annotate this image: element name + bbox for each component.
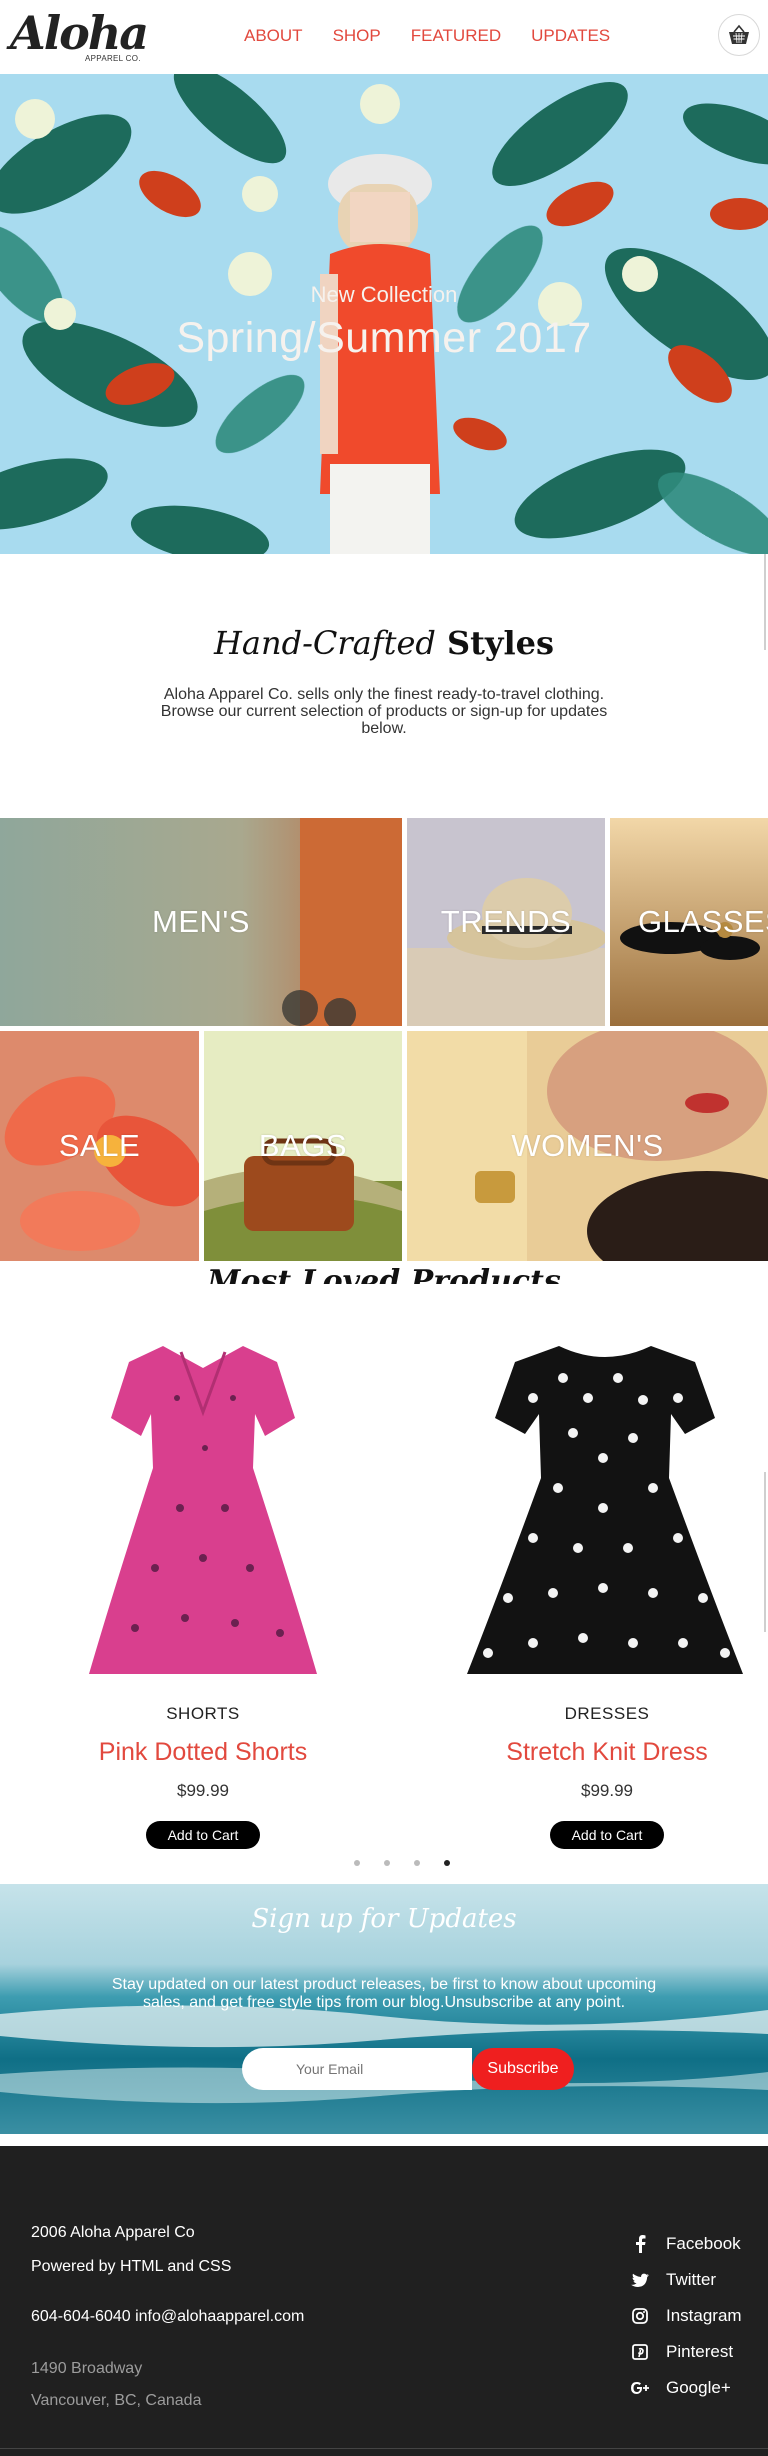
footer-address-line1: 1490 Broadway: [31, 2360, 143, 2377]
footer-copyright: 2006 Aloha Apparel Co: [31, 2224, 195, 2241]
category-tile-womens[interactable]: WOMEN'S: [407, 1031, 768, 1261]
products-heading-clip: Most Loved Products: [0, 1262, 768, 1284]
category-label-mens: MEN'S: [152, 904, 250, 939]
social-label: Pinterest: [666, 2342, 734, 2361]
social-label: Instagram: [666, 2306, 742, 2325]
footer-powered: Powered by HTML and CSS: [31, 2258, 232, 2275]
carousel-dot-active[interactable]: [444, 1860, 450, 1866]
carousel-dot[interactable]: [354, 1860, 360, 1866]
site-footer: 2006 Aloha Apparel Co Powered by HTML an…: [0, 2146, 768, 2456]
signup-title: Sign up for Updates: [251, 1904, 517, 1934]
instagram-icon: [630, 2306, 650, 2326]
intro-heading-italic: Hand-Crafted: [213, 624, 436, 662]
category-label-sale: SALE: [58, 1128, 141, 1163]
product-price: $99.99: [581, 1781, 633, 1800]
product-price: $99.99: [177, 1781, 229, 1800]
social-googleplus[interactable]: Google+: [630, 2378, 731, 2398]
category-tile-trends[interactable]: TRENDS: [407, 818, 605, 1026]
twitter-icon: [630, 2270, 650, 2290]
social-label: Twitter: [666, 2270, 717, 2289]
carousel-dot[interactable]: [384, 1860, 390, 1866]
hero-title: Spring/Summer 2017: [176, 314, 592, 362]
google-plus-icon: [630, 2378, 650, 2398]
signup-section: Sign up for Updates Stay updated on our …: [0, 1884, 768, 2134]
main-nav: ABOUT SHOP FEATURED UPDATES: [244, 26, 640, 46]
social-pinterest[interactable]: Pinterest: [630, 2342, 733, 2362]
product-category: DRESSES: [564, 1704, 650, 1723]
category-tile-mens[interactable]: MEN'S: [0, 818, 402, 1026]
site-header: Aloha APPAREL CO. ABOUT SHOP FEATURED UP…: [0, 0, 768, 74]
brand-logo[interactable]: Aloha APPAREL CO.: [10, 6, 150, 66]
product-card-1: SHORTS Pink Dotted Shorts $99.99 Add to …: [53, 1704, 353, 1849]
nav-shop[interactable]: SHOP: [333, 26, 381, 46]
nav-updates[interactable]: UPDATES: [531, 26, 610, 46]
social-facebook[interactable]: Facebook: [630, 2234, 741, 2254]
footer-address-line2: Vancouver, BC, Canada: [31, 2392, 202, 2409]
carousel-dot[interactable]: [414, 1860, 420, 1866]
hero-banner: New Collection Spring/Summer 2017: [0, 74, 768, 554]
product-name[interactable]: Stretch Knit Dress: [457, 1738, 757, 1767]
products-heading: Most Loved Products: [207, 1264, 561, 1284]
logo-subtitle: APPAREL CO.: [85, 54, 141, 63]
category-label-glasses: GLASSES: [638, 904, 768, 939]
category-tile-glasses[interactable]: GLASSES: [610, 818, 768, 1026]
category-label-womens: WOMEN'S: [511, 1128, 664, 1163]
social-twitter[interactable]: Twitter: [630, 2270, 716, 2290]
hero-subtitle: New Collection: [310, 282, 458, 307]
product-card-2: DRESSES Stretch Knit Dress $99.99 Add to…: [457, 1704, 757, 1849]
product-name[interactable]: Pink Dotted Shorts: [53, 1738, 353, 1767]
social-instagram[interactable]: Instagram: [630, 2306, 742, 2326]
cart-button[interactable]: [718, 14, 760, 56]
footer-divider: [0, 2448, 768, 2449]
category-label-bags: BAGS: [258, 1128, 348, 1163]
nav-featured[interactable]: FEATURED: [411, 26, 501, 46]
subscribe-button[interactable]: Subscribe: [472, 2048, 574, 2090]
basket-icon: [729, 24, 749, 44]
category-label-trends: TRENDS: [440, 904, 572, 939]
product-category: SHORTS: [166, 1704, 240, 1723]
carousel-dots: [354, 1860, 450, 1866]
social-label: Google+: [666, 2378, 731, 2397]
intro-heading-bold: Styles: [447, 624, 555, 662]
intro-text: Aloha Apparel Co. sells only the finest …: [160, 686, 608, 737]
intro-heading: Hand-Crafted Styles: [0, 624, 768, 662]
logo-script: Aloha: [10, 6, 149, 60]
signup-text: Stay updated on our latest product relea…: [111, 1976, 657, 2011]
add-to-cart-button[interactable]: Add to Cart: [146, 1821, 260, 1849]
nav-about[interactable]: ABOUT: [244, 26, 303, 46]
polka-dress-image[interactable]: [463, 1338, 747, 1690]
footer-contact[interactable]: 604-604-6040 info@alohaapparel.com: [31, 2308, 304, 2326]
email-input[interactable]: [242, 2048, 472, 2090]
category-tile-sale[interactable]: SALE: [0, 1031, 199, 1261]
pinterest-icon: [630, 2342, 650, 2362]
pink-dress-image[interactable]: [85, 1338, 321, 1690]
carousel-scrollbar: [764, 1472, 766, 1632]
facebook-icon: [630, 2234, 650, 2254]
social-label: Facebook: [666, 2234, 741, 2253]
category-tile-bags[interactable]: BAGS: [204, 1031, 402, 1261]
add-to-cart-button[interactable]: Add to Cart: [550, 1821, 664, 1849]
